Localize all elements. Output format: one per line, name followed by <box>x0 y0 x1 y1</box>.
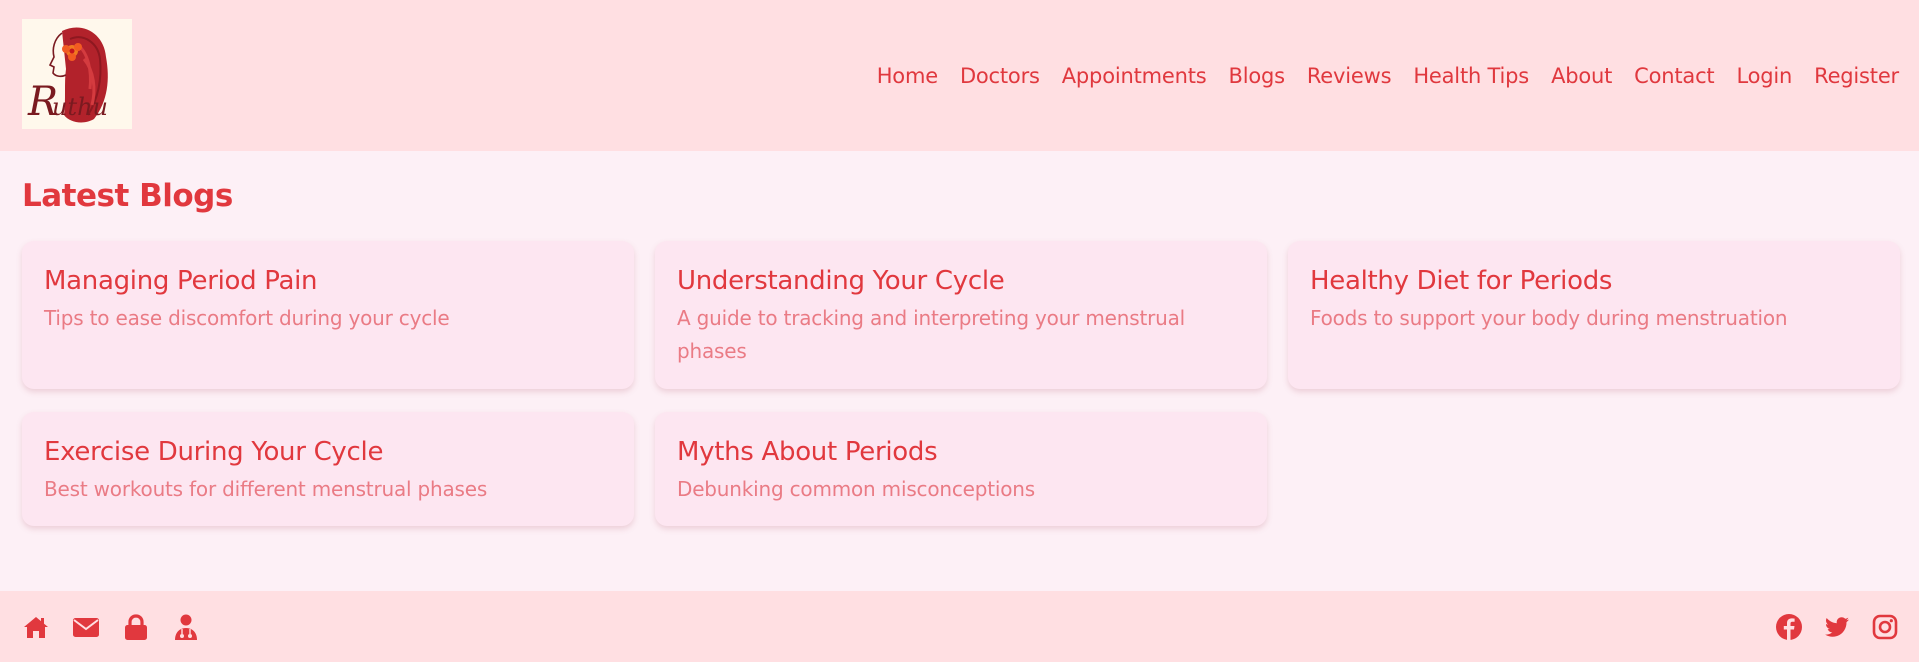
blog-card[interactable]: Exercise During Your Cycle Best workouts… <box>22 412 634 526</box>
ruthu-logo[interactable]: R uthu <box>22 19 132 129</box>
twitter-icon[interactable] <box>1823 613 1851 641</box>
blog-card-description: Debunking common misconceptions <box>677 477 1035 501</box>
page-title: Latest Blogs <box>22 178 233 214</box>
nav-health-tips[interactable]: Health Tips <box>1413 64 1529 88</box>
blog-card[interactable]: Understanding Your Cycle A guide to trac… <box>655 241 1267 389</box>
nav-home[interactable]: Home <box>877 64 938 88</box>
main-nav: Home Doctors Appointments Blogs Reviews … <box>877 59 1899 93</box>
social-links <box>1775 613 1899 641</box>
doctor-icon[interactable] <box>172 613 200 641</box>
blog-card[interactable]: Managing Period Pain Tips to ease discom… <box>22 241 634 389</box>
blog-card-title: Myths About Periods <box>677 437 938 467</box>
nav-contact[interactable]: Contact <box>1634 64 1715 88</box>
blog-card-description: Foods to support your body during menstr… <box>1310 306 1788 330</box>
lock-icon[interactable] <box>122 613 150 641</box>
facebook-icon[interactable] <box>1775 613 1803 641</box>
nav-about[interactable]: About <box>1551 64 1612 88</box>
blogs-section: Latest Blogs Managing Period Pain Tips t… <box>0 151 1919 591</box>
nav-login[interactable]: Login <box>1736 64 1792 88</box>
nav-doctors[interactable]: Doctors <box>960 64 1040 88</box>
nav-appointments[interactable]: Appointments <box>1062 64 1207 88</box>
blog-card-title: Healthy Diet for Periods <box>1310 266 1613 296</box>
blog-card-description: Tips to ease discomfort during your cycl… <box>44 306 450 330</box>
footer-links <box>22 613 200 641</box>
instagram-icon[interactable] <box>1871 613 1899 641</box>
woman-logo-icon: R uthu <box>27 27 108 125</box>
blog-card-title: Understanding Your Cycle <box>677 266 1005 296</box>
blog-card-description: A guide to tracking and interpreting you… <box>677 306 1186 363</box>
blog-card-title: Exercise During Your Cycle <box>44 437 384 467</box>
blog-card-title: Managing Period Pain <box>44 266 318 296</box>
nav-reviews[interactable]: Reviews <box>1307 64 1392 88</box>
blog-card[interactable]: Myths About Periods Debunking common mis… <box>655 412 1267 526</box>
site-header: R uthu Home Doctors Appointments Blogs R… <box>0 0 1919 151</box>
blog-card[interactable]: Healthy Diet for Periods Foods to suppor… <box>1288 241 1900 389</box>
svg-text:uthu: uthu <box>52 93 108 121</box>
site-footer <box>0 591 1919 662</box>
nav-register[interactable]: Register <box>1814 64 1899 88</box>
nav-blogs[interactable]: Blogs <box>1228 64 1285 88</box>
home-icon[interactable] <box>22 613 50 641</box>
blog-card-description: Best workouts for different menstrual ph… <box>44 477 488 501</box>
envelope-icon[interactable] <box>72 613 100 641</box>
blog-grid: Managing Period Pain Tips to ease discom… <box>22 241 1900 526</box>
